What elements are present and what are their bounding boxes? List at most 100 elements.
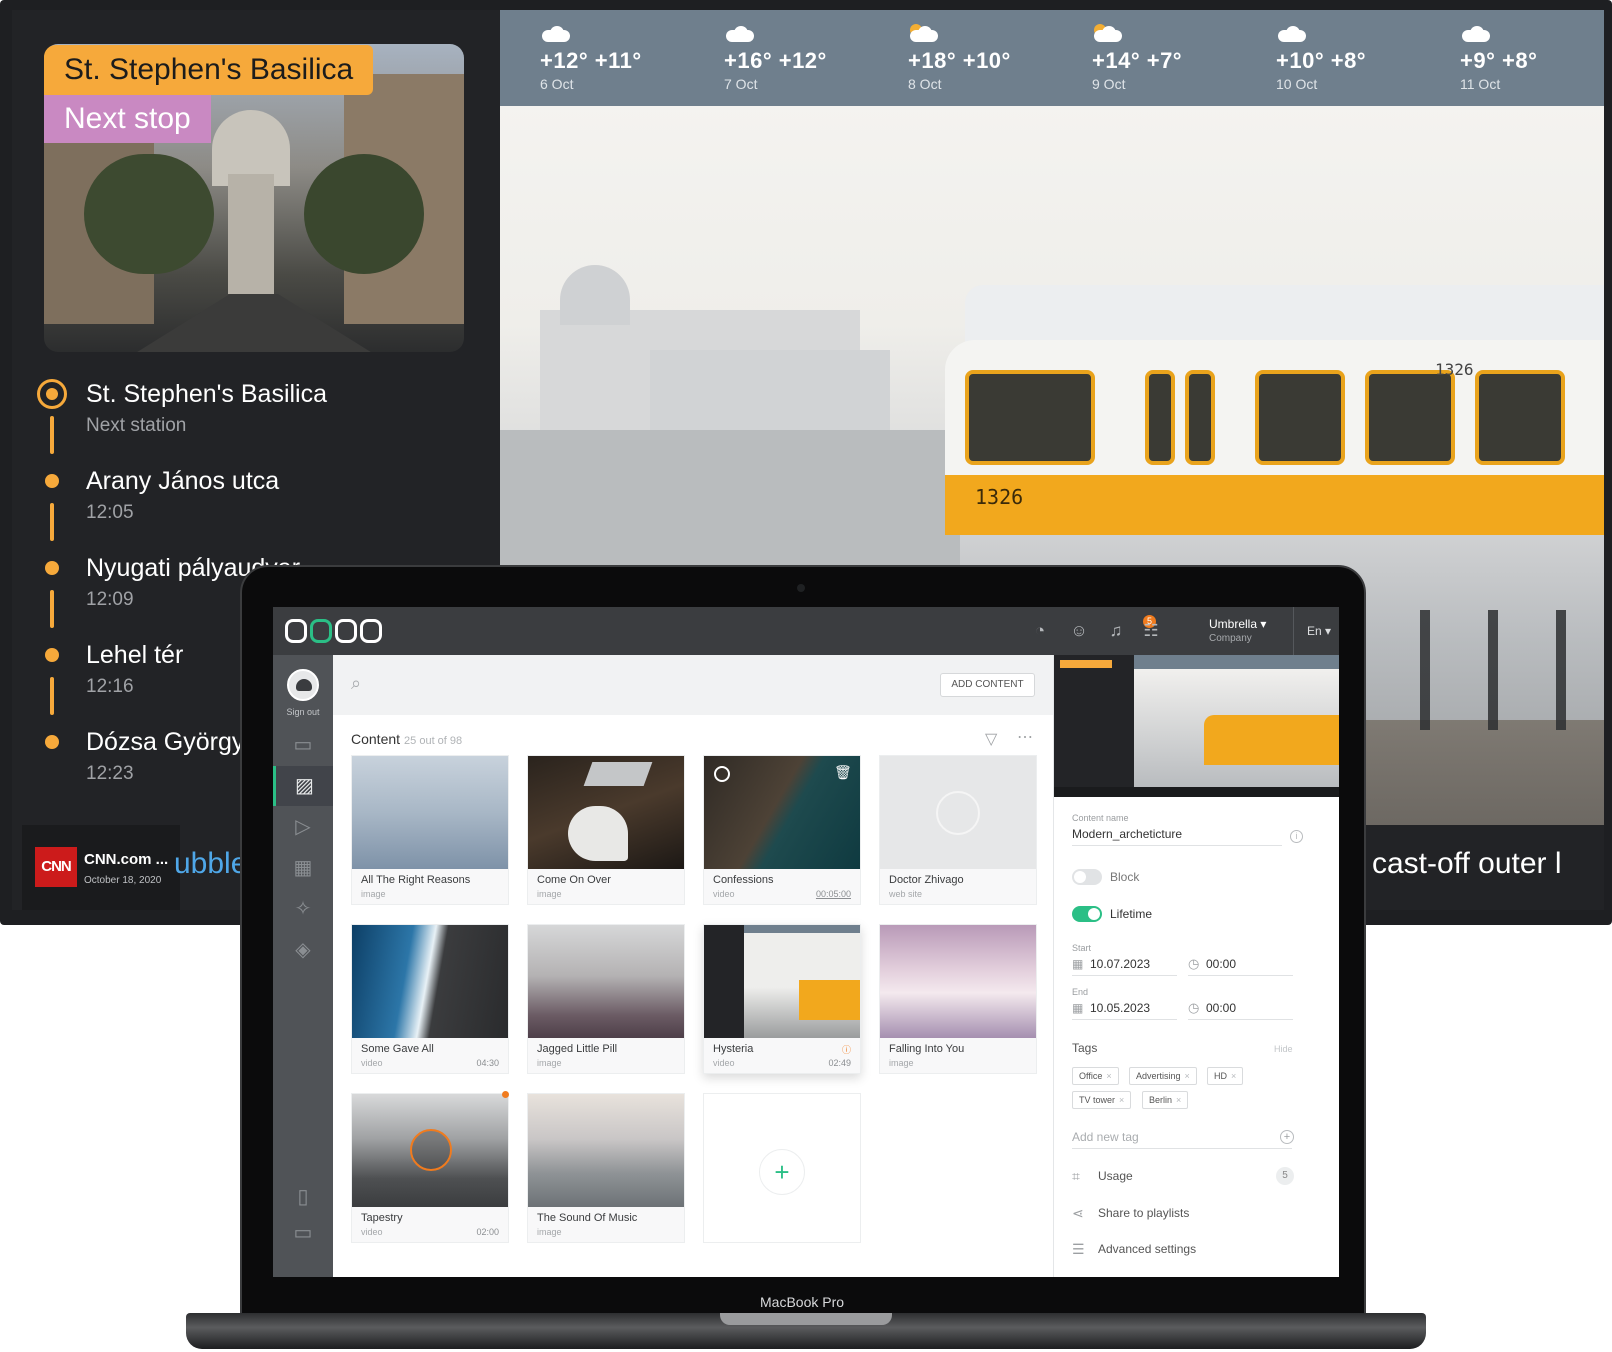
templates-icon[interactable]: ✧ [273, 889, 333, 929]
avatar[interactable] [287, 669, 319, 701]
usage-icon: ⌗ [1072, 1168, 1080, 1184]
card-thumbnail [352, 1094, 508, 1207]
weather-date: 9 Oct [1092, 76, 1126, 92]
content-name-label: Content name [1072, 813, 1129, 823]
route-line [50, 677, 54, 715]
stop-dot-icon [45, 735, 59, 749]
add-content-button[interactable]: ADD CONTENT [940, 673, 1035, 697]
language-dropdown[interactable]: En ▾ [1307, 624, 1331, 638]
stop-info: Next station [86, 415, 187, 436]
tag-chip[interactable]: Advertising × [1129, 1067, 1197, 1085]
card-thumbnail [352, 756, 508, 869]
analytics-icon[interactable]: ◔ [1029, 620, 1051, 642]
start-time-input[interactable]: 00:00 [1206, 957, 1236, 971]
content-icon[interactable]: ▨ [273, 766, 333, 806]
content-card[interactable]: Hysteria video ⓘ 02:49 [703, 924, 861, 1074]
bell-icon[interactable]: ♫ [1105, 620, 1127, 642]
tags-label: Tags [1072, 1041, 1098, 1055]
stop-title-banner: St. Stephen's Basilica [44, 45, 374, 95]
input-underline [1072, 1148, 1292, 1149]
account-name-dropdown[interactable]: Umbrella ▾ [1209, 617, 1266, 631]
layers-icon[interactable]: ◈ [273, 930, 333, 970]
usage-label[interactable]: Usage [1098, 1169, 1133, 1183]
tag-label: Office [1079, 1071, 1103, 1081]
input-underline [1072, 975, 1177, 976]
card-type: image [537, 889, 562, 899]
laptop-notch [720, 1313, 892, 1325]
share-to-playlists-link[interactable]: Share to playlists [1098, 1206, 1189, 1220]
tag-label: TV tower [1079, 1095, 1116, 1105]
tram-window [1365, 370, 1455, 465]
input-underline [1188, 1019, 1293, 1020]
select-checkbox[interactable] [714, 766, 730, 782]
calendar-icon[interactable]: ▦ [273, 848, 333, 888]
tag-chip[interactable]: Berlin × [1142, 1091, 1189, 1109]
tram-window [1185, 370, 1215, 465]
book-icon[interactable]: ▯ [273, 1177, 333, 1217]
lifetime-toggle[interactable] [1072, 906, 1102, 922]
close-icon[interactable]: × [1231, 1071, 1236, 1081]
content-card-selected[interactable]: 🗑 Confessions video 00:05:00 [703, 755, 861, 905]
content-card[interactable]: Some Gave All video 04:30 [351, 924, 509, 1074]
content-name-input[interactable]: Modern_archeticture [1072, 827, 1182, 841]
start-label: Start [1072, 943, 1092, 953]
add-content-card[interactable]: + [703, 1093, 861, 1243]
sign-out-link[interactable]: Sign out [273, 707, 333, 717]
calendar-icon: ▦ [1072, 957, 1084, 971]
close-icon[interactable]: × [1185, 1071, 1190, 1081]
settings-sliders-icon: ☰ [1072, 1241, 1085, 1257]
end-date-input[interactable]: 10.05.2023 [1090, 1001, 1150, 1015]
look-logo[interactable] [285, 619, 382, 645]
close-icon[interactable]: × [1106, 1071, 1111, 1081]
tram-roof [965, 285, 1604, 345]
globe-icon [936, 791, 980, 835]
calendar-icon: ▦ [1072, 1001, 1084, 1015]
content-card[interactable]: Tapestry video 02:00 [351, 1091, 509, 1243]
content-card[interactable]: All The Right Reasons image [351, 755, 509, 905]
chat-icon[interactable]: ▭ [273, 1213, 333, 1253]
advanced-settings-link[interactable]: Advanced settings [1098, 1242, 1196, 1256]
card-thumbnail [880, 925, 1036, 1038]
tag-label: HD [1214, 1071, 1227, 1081]
tag-chip[interactable]: Office × [1072, 1067, 1119, 1085]
trash-icon[interactable]: 🗑 [834, 764, 852, 781]
content-card[interactable]: The Sound Of Music image [527, 1093, 685, 1243]
screens-icon[interactable]: ▭ [273, 725, 333, 765]
tag-chip[interactable]: TV tower × [1072, 1091, 1132, 1109]
block-toggle[interactable] [1072, 869, 1102, 885]
content-card[interactable]: Jagged Little Pill image [527, 924, 685, 1074]
close-icon[interactable]: × [1176, 1095, 1181, 1105]
content-card[interactable]: Doctor Zhivago web site [879, 755, 1037, 905]
tags-hide-link[interactable]: Hide [1274, 1044, 1293, 1054]
end-time-input[interactable]: 00:00 [1206, 1001, 1236, 1015]
weather-bar: +12° +11° 6 Oct +16° +12° 7 Oct +18° +10… [500, 10, 1604, 106]
info-icon[interactable]: i [1290, 830, 1303, 843]
filter-icon[interactable]: ▽ [985, 729, 997, 749]
lock-icon[interactable] [410, 1129, 452, 1171]
tram-number-roof: 1326 [1435, 360, 1474, 379]
stop-time: 12:05 [86, 502, 134, 523]
add-tag-icon[interactable]: + [1280, 1130, 1294, 1144]
plus-icon[interactable]: + [759, 1149, 805, 1195]
card-type: video [713, 1058, 735, 1068]
news-source-box: CNN CNN.com ... October 18, 2020 [22, 825, 180, 910]
tag-chip[interactable]: HD × [1207, 1067, 1244, 1085]
route-stop: Arany János utca 12:05 [36, 467, 476, 554]
add-tag-input[interactable]: Add new tag [1072, 1130, 1139, 1144]
card-title: Some Gave All [361, 1043, 434, 1055]
block-label: Block [1110, 870, 1140, 884]
content-card[interactable]: Come On Over image [527, 755, 685, 905]
stop-dot-icon [45, 474, 59, 488]
settings-sliders-icon[interactable]: ☷ [1140, 620, 1162, 642]
more-options-icon[interactable]: ⋯ [1017, 727, 1034, 747]
users-icon[interactable]: ☺ [1068, 620, 1090, 642]
content-card[interactable]: Falling Into You image [879, 924, 1037, 1074]
end-label: End [1072, 987, 1089, 997]
tram-stripe [945, 475, 1604, 535]
playlists-icon[interactable]: ▷ [273, 807, 333, 847]
search-icon[interactable]: ⌕ [351, 673, 371, 693]
close-icon[interactable]: × [1119, 1095, 1124, 1105]
card-title: Falling Into You [889, 1043, 965, 1055]
chair-shape [568, 806, 628, 861]
start-date-input[interactable]: 10.07.2023 [1090, 957, 1150, 971]
